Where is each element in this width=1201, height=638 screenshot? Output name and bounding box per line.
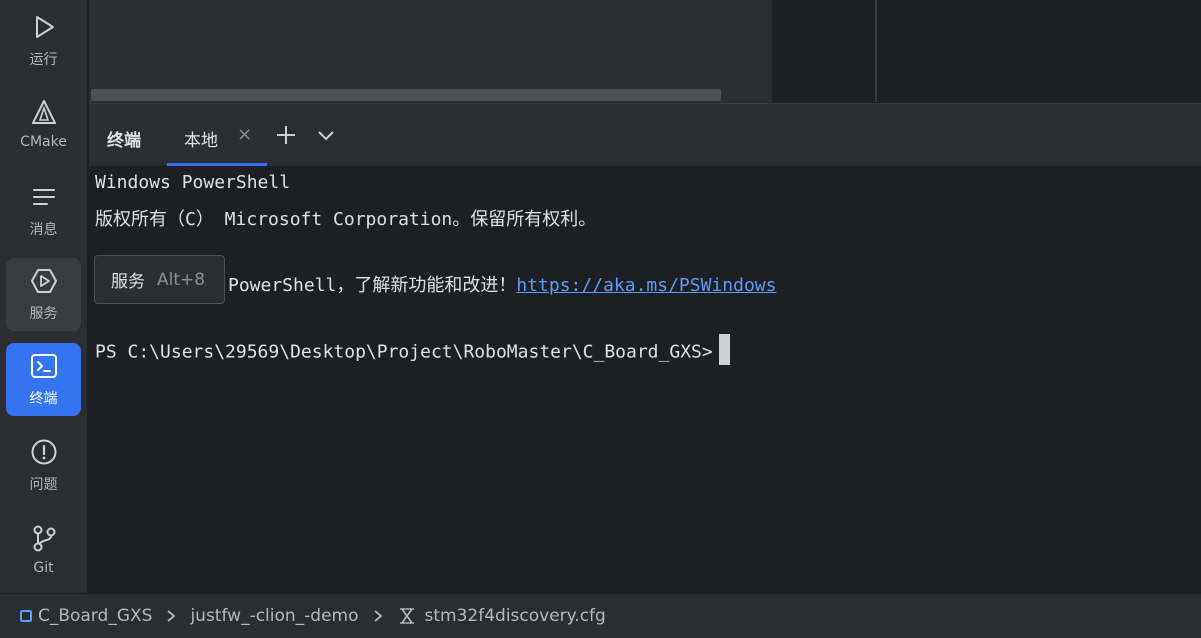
tool-label: 问题	[29, 477, 58, 493]
tool-label: 终端	[29, 391, 58, 407]
tool-problems[interactable]: 问题	[6, 429, 81, 502]
terminal-line: Windows PowerShell	[95, 172, 291, 193]
tool-cmake[interactable]: CMake	[6, 89, 81, 162]
tab-options-button[interactable]	[311, 120, 341, 150]
tool-label: 消息	[29, 222, 58, 238]
text-cursor	[718, 334, 730, 365]
editor-right-margin-line	[875, 0, 877, 102]
tooltip-shortcut: Alt+8	[157, 269, 206, 290]
breadcrumb: C_Board_GXS justfw_-clion_-demo stm32f4d…	[0, 593, 1201, 638]
terminal-title: 终端	[107, 131, 141, 151]
problems-icon	[29, 437, 59, 467]
terminal-toolbar: 终端 本地 ×	[89, 103, 1201, 166]
chevron-right-icon	[164, 609, 178, 623]
cmake-icon	[29, 97, 59, 127]
tool-terminal[interactable]: 终端	[6, 343, 81, 416]
tab-label: 本地	[184, 131, 218, 151]
terminal-output[interactable]: Windows PowerShell 版权所有（C） Microsoft Cor…	[89, 166, 1201, 593]
breadcrumb-label: stm32f4discovery.cfg	[424, 606, 606, 626]
terminal-prompt-line: PS C:\Users\29569\Desktop\Project\RoboMa…	[95, 334, 730, 368]
horizontal-scrollbar[interactable]	[91, 89, 721, 101]
terminal-prompt: PS C:\Users\29569\Desktop\Project\RoboMa…	[95, 341, 713, 363]
tool-git[interactable]: Git	[6, 515, 81, 588]
tool-label: CMake	[20, 134, 67, 150]
tool-messages[interactable]: 消息	[6, 174, 81, 247]
close-icon[interactable]: ×	[237, 124, 252, 145]
breadcrumb-item[interactable]: C_Board_GXS	[20, 606, 152, 626]
tool-run[interactable]: 运行	[6, 4, 81, 77]
chevron-right-icon	[371, 609, 385, 623]
config-file-icon	[399, 608, 414, 624]
module-icon	[20, 610, 32, 622]
editor-gutter-right	[772, 0, 1201, 103]
terminal-icon	[29, 351, 59, 381]
breadcrumb-label: C_Board_GXS	[38, 606, 153, 626]
powershell-link[interactable]: https://aka.ms/PSWindows	[516, 275, 776, 296]
tab-local[interactable]: 本地 ×	[167, 104, 267, 166]
breadcrumb-item[interactable]: justfw_-clion_-demo	[190, 606, 358, 626]
breadcrumb-label: justfw_-clion_-demo	[190, 606, 359, 626]
services-icon	[29, 266, 59, 296]
editor-area[interactable]	[89, 0, 772, 103]
terminal-text: PowerShell，了解新功能和改进！	[228, 275, 517, 296]
tool-window-strip: 运行 CMake 消息 服务 终端 问题 Git	[0, 0, 88, 593]
tool-label: 服务	[29, 306, 58, 322]
breadcrumb-item[interactable]: stm32f4discovery.cfg	[397, 606, 606, 626]
plus-icon	[277, 126, 295, 144]
terminal-line: 版权所有（C） Microsoft Corporation。保留所有权利。	[95, 209, 597, 230]
tool-label: Git	[33, 560, 54, 576]
services-tooltip: 服务 Alt+8	[94, 255, 225, 304]
git-branch-icon	[29, 523, 59, 553]
chevron-down-icon	[318, 131, 334, 141]
tool-services[interactable]: 服务	[6, 258, 81, 331]
new-tab-button[interactable]	[271, 120, 301, 150]
messages-icon	[29, 182, 59, 212]
tooltip-name: 服务	[111, 272, 145, 292]
play-icon	[29, 12, 59, 42]
tool-label: 运行	[29, 52, 58, 68]
terminal-line: PowerShell，了解新功能和改进！https://aka.ms/PSWin…	[228, 271, 776, 297]
